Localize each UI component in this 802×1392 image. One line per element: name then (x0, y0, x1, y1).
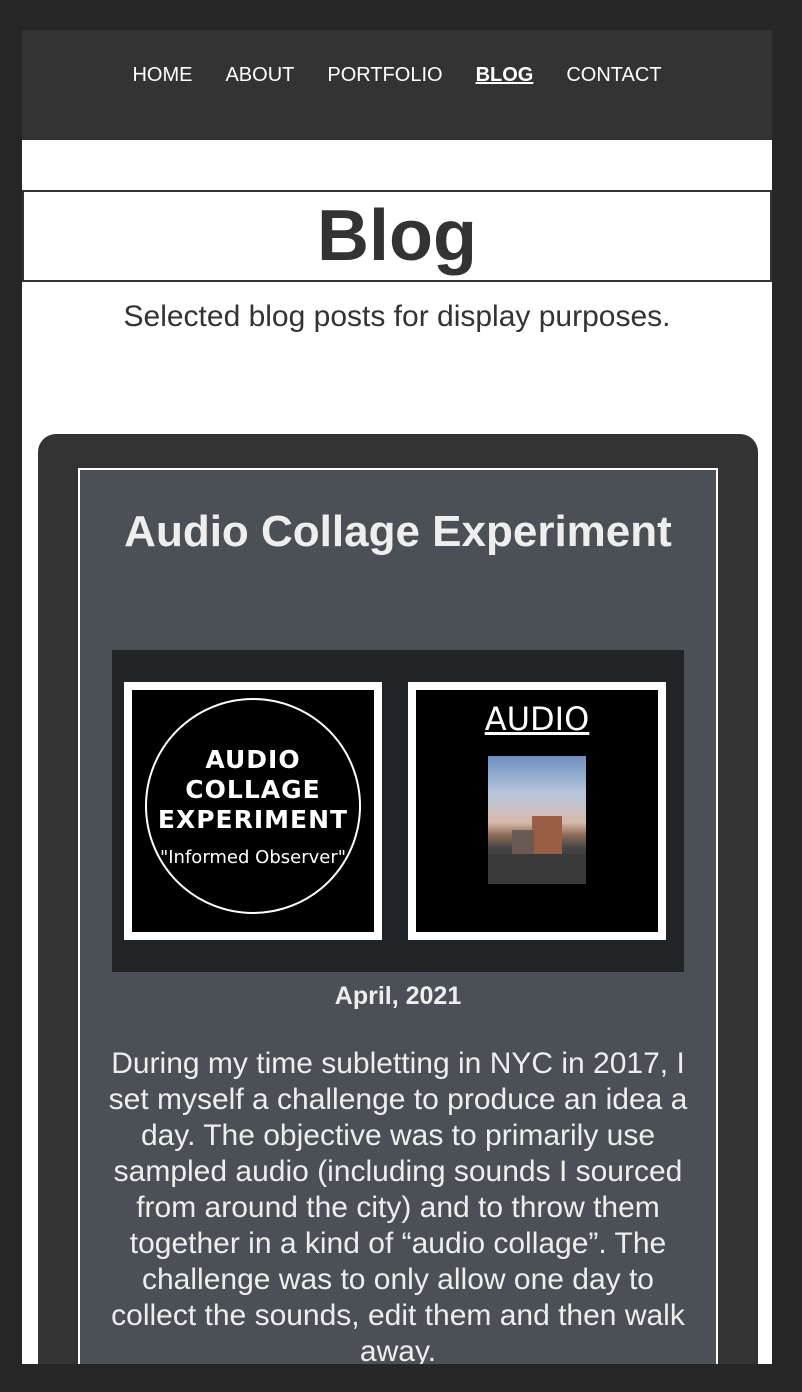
post-thumbnail-cover[interactable]: AUDIO COLLAGE EXPERIMENT "Informed Obser… (124, 682, 382, 940)
cover-caption: "Informed Observer" (159, 846, 347, 868)
cover-line-1: AUDIO (205, 744, 301, 774)
post-thumbnail-photo[interactable]: AUDIO (408, 682, 666, 940)
page-title: Blog (317, 196, 477, 276)
top-nav: HOME ABOUT PORTFOLIO BLOG CONTACT (22, 30, 772, 140)
nav-about-link[interactable]: ABOUT (225, 64, 294, 87)
post-gallery: AUDIO COLLAGE EXPERIMENT "Informed Obser… (112, 650, 684, 972)
post-title[interactable]: Audio Collage Experiment (80, 504, 716, 559)
photo-building-small (512, 830, 534, 854)
post-card-frame: Audio Collage Experiment AUDIO COLLAGE E… (38, 434, 758, 1364)
post-body: During my time subletting in NYC in 2017… (108, 1047, 688, 1364)
post-card: Audio Collage Experiment AUDIO COLLAGE E… (78, 468, 718, 1364)
page-title-box: Blog (22, 190, 772, 282)
cover-circle-logo: AUDIO COLLAGE EXPERIMENT "Informed Obser… (145, 698, 361, 914)
nav-contact-link[interactable]: CONTACT (566, 64, 661, 87)
photo-building (532, 816, 562, 854)
nav-portfolio-link[interactable]: PORTFOLIO (327, 64, 442, 87)
post-date: April, 2021 (334, 982, 462, 1010)
cover-line-2: COLLAGE (185, 774, 321, 804)
photo-road (488, 854, 586, 884)
page-container: HOME ABOUT PORTFOLIO BLOG CONTACT Blog S… (22, 30, 772, 1364)
nav-home-link[interactable]: HOME (132, 64, 192, 87)
city-photo (488, 756, 586, 884)
cover-line-3: EXPERIMENT (157, 804, 349, 834)
page-subtitle: Selected blog posts for display purposes… (123, 300, 671, 333)
audio-heading: AUDIO (484, 700, 590, 738)
nav-blog-link[interactable]: BLOG (476, 64, 534, 87)
